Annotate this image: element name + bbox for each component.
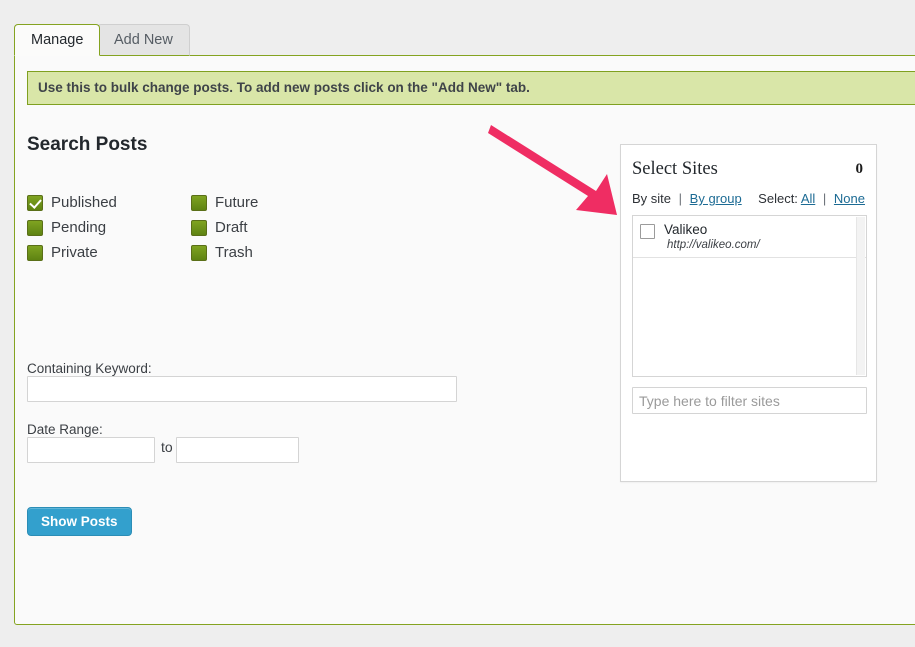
checkbox-icon[interactable] <box>27 219 43 236</box>
post-status-filter-group: Published Future Pending Draft Private T… <box>27 194 327 269</box>
info-notice: Use this to bulk change posts. To add ne… <box>27 71 915 105</box>
sites-list[interactable]: Valikeo http://valikeo.com/ <box>632 215 867 377</box>
site-filter-input[interactable] <box>632 387 867 414</box>
site-url: http://valikeo.com/ <box>667 239 760 251</box>
checkbox-icon[interactable] <box>640 224 655 239</box>
tab-manage[interactable]: Manage <box>14 24 101 56</box>
toolbar-separator: | <box>678 191 683 206</box>
checkbox-icon[interactable] <box>27 194 43 211</box>
status-checkbox-trash[interactable]: Trash <box>191 244 253 261</box>
checkbox-icon[interactable] <box>191 219 207 236</box>
status-checkbox-private[interactable]: Private <box>27 244 98 261</box>
show-posts-button[interactable]: Show Posts <box>27 507 132 536</box>
tab-add-new[interactable]: Add New <box>97 24 190 56</box>
select-sites-toolbar: By site | By group Select: All | None <box>632 191 865 206</box>
select-none-link[interactable]: None <box>834 191 865 206</box>
manage-panel: Use this to bulk change posts. To add ne… <box>14 55 915 625</box>
select-label: Select: <box>758 191 798 206</box>
select-all-link[interactable]: All <box>801 191 815 206</box>
status-label: Private <box>51 244 98 261</box>
view-by-site-label: By site <box>632 191 672 206</box>
status-checkbox-draft[interactable]: Draft <box>191 219 248 236</box>
select-sites-title: Select Sites <box>632 159 718 179</box>
tab-strip: Manage Add New <box>0 0 915 56</box>
status-label: Trash <box>215 244 253 261</box>
keyword-label: Containing Keyword: <box>27 361 152 376</box>
status-row: Published Future <box>27 194 327 219</box>
date-to-input[interactable] <box>176 437 299 463</box>
checkbox-icon[interactable] <box>27 244 43 261</box>
select-all-none-group: Select: All | None <box>758 191 865 206</box>
keyword-input[interactable] <box>27 376 457 402</box>
selected-sites-count: 0 <box>855 161 864 177</box>
status-checkbox-future[interactable]: Future <box>191 194 258 211</box>
date-from-input[interactable] <box>27 437 155 463</box>
status-checkbox-pending[interactable]: Pending <box>27 219 106 236</box>
site-name: Valikeo <box>664 222 708 237</box>
sites-list-scrollbar[interactable] <box>856 217 865 375</box>
status-checkbox-published[interactable]: Published <box>27 194 117 211</box>
status-label: Published <box>51 194 117 211</box>
date-range-separator: to <box>161 439 173 455</box>
view-by-group-link[interactable]: By group <box>690 191 742 206</box>
toolbar-separator: | <box>822 191 827 206</box>
status-label: Pending <box>51 219 107 236</box>
page-title: Search Posts <box>27 134 148 155</box>
checkbox-icon[interactable] <box>191 194 207 211</box>
status-row: Pending Draft <box>27 219 327 244</box>
list-item[interactable]: Valikeo http://valikeo.com/ <box>633 216 866 258</box>
status-row: Private Trash <box>27 244 327 269</box>
status-label: Draft <box>215 219 248 236</box>
status-label: Future <box>215 194 259 211</box>
date-range-label: Date Range: <box>27 422 103 437</box>
select-sites-panel: Select Sites 0 By site | By group Select… <box>620 144 877 482</box>
checkbox-icon[interactable] <box>191 244 207 261</box>
